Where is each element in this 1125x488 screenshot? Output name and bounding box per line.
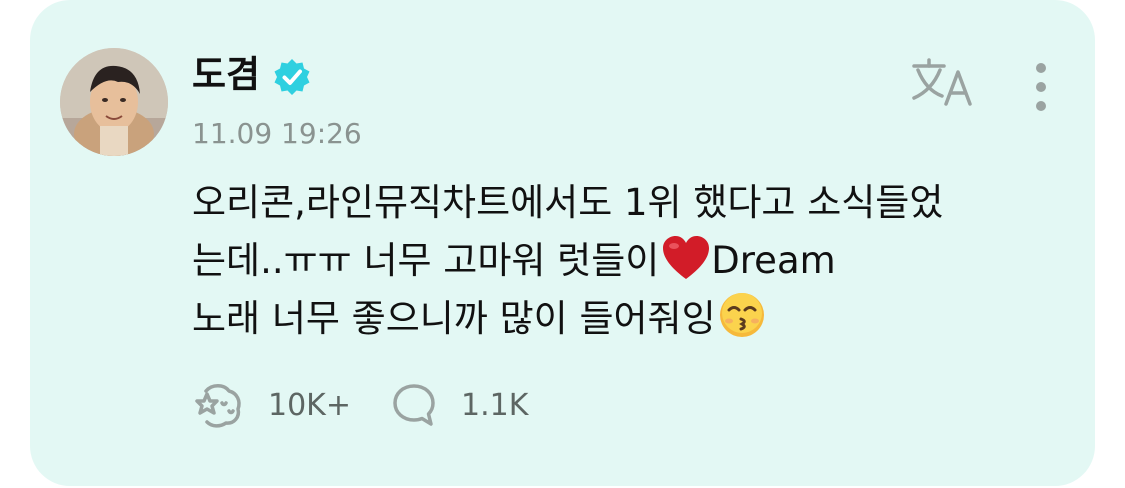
red-heart-emoji-icon [663,236,710,279]
post-card: 도겸 11.09 19:26 오리콘,라인뮤직차트에서도 1위 했다고 소식들었… [30,0,1095,486]
post-line-3: 노래 너무 좋으니까 많이 들어줘잉 [192,290,1072,348]
post-timestamp: 11.09 19:26 [192,117,362,150]
comment-button[interactable]: 1.1K [391,382,528,428]
post-actions: 10K+ 1.1K [192,380,528,430]
like-icon [195,384,241,428]
post-line-2-text: 는데..ㅠㅠ 너무 고마워 럿들이 [192,239,660,282]
more-vertical-icon[interactable] [1028,62,1054,112]
post-line-3-text: 노래 너무 좋으니까 많이 들어줘잉 [192,297,716,340]
author-avatar[interactable] [60,48,168,156]
kissing-face-emoji-icon [719,293,764,337]
comment-icon [393,384,435,426]
post-line-1: 오리콘,라인뮤직차트에서도 1위 했다고 소식들었 [192,181,944,224]
comment-count: 1.1K [460,387,529,423]
like-button[interactable]: 10K+ [192,381,351,429]
author-name[interactable]: 도겸 [192,50,260,100]
post-line-2-text-end: Dream [711,239,836,282]
post-line-2: 는데..ㅠㅠ 너무 고마워 럿들이 Dream [192,232,1072,290]
post-body: 오리콘,라인뮤직차트에서도 1위 했다고 소식들었 는데..ㅠㅠ 너무 고마워 … [192,174,1072,348]
avatar-image [60,48,168,156]
translate-icon[interactable] [910,56,976,108]
verified-badge-icon [274,59,310,95]
like-count: 10K+ [268,387,351,423]
